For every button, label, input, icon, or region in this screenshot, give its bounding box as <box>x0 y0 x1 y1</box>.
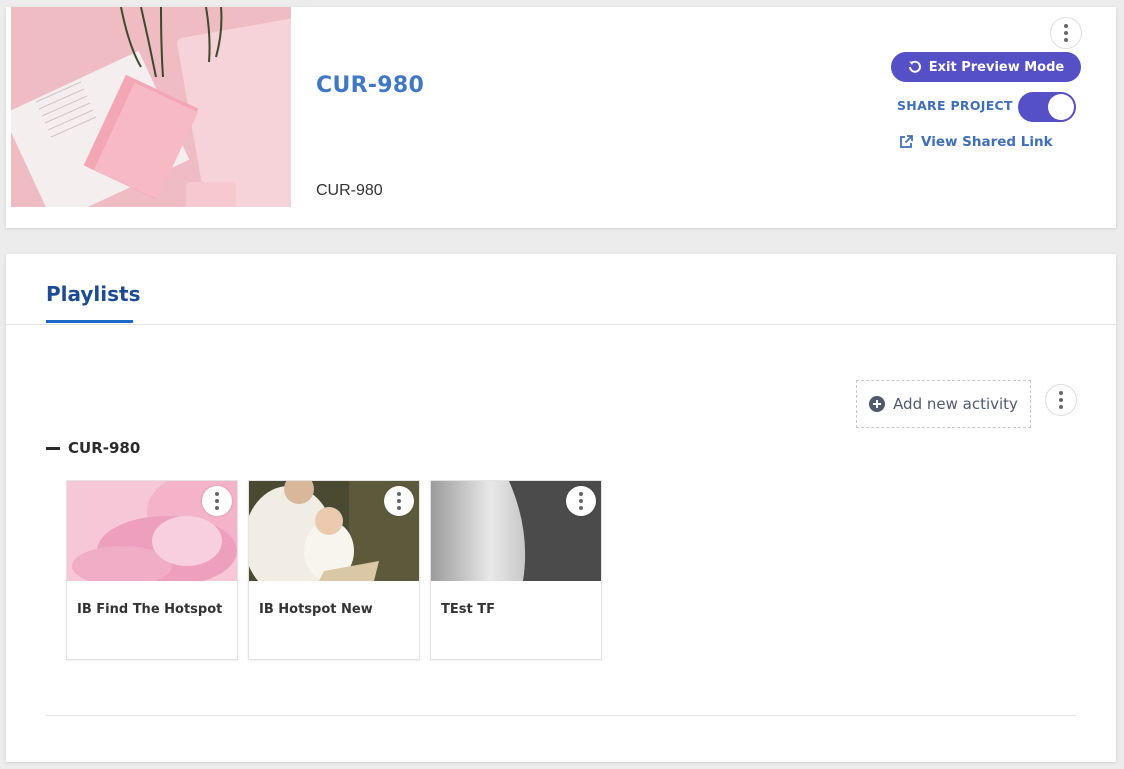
project-options-button[interactable] <box>1050 17 1082 49</box>
playlist-header[interactable]: CUR-980 <box>46 439 140 457</box>
kebab-dot-icon <box>1064 24 1068 28</box>
share-project-label: SHARE PROJECT <box>897 98 1013 113</box>
activity-title: TEst TF <box>441 602 495 617</box>
kebab-dot-icon <box>1064 31 1068 35</box>
activity-title: IB Hotspot New <box>259 602 373 617</box>
activity-card[interactable]: TEst TF <box>430 480 602 660</box>
kebab-dot-icon <box>397 492 401 496</box>
kebab-dot-icon <box>1064 38 1068 42</box>
project-description: CUR-980 <box>316 182 383 199</box>
active-tab-indicator <box>46 320 133 323</box>
add-new-activity-label: Add new activity <box>893 395 1018 413</box>
tab-divider <box>6 324 1116 325</box>
kebab-dot-icon <box>1059 398 1063 402</box>
kebab-dot-icon <box>579 492 583 496</box>
playlist-options-button[interactable] <box>1045 384 1077 416</box>
kebab-dot-icon <box>1059 405 1063 409</box>
activity-card[interactable]: IB Find The Hotspot <box>66 480 238 660</box>
project-title: CUR-980 <box>316 73 425 98</box>
kebab-dot-icon <box>1059 391 1063 395</box>
kebab-dot-icon <box>215 492 219 496</box>
exit-preview-mode-label: Exit Preview Mode <box>928 59 1065 75</box>
section-divider <box>46 715 1076 716</box>
kebab-dot-icon <box>579 506 583 510</box>
kebab-dot-icon <box>215 506 219 510</box>
playlist-title: CUR-980 <box>68 439 141 457</box>
exit-preview-mode-button[interactable]: Exit Preview Mode <box>891 52 1081 82</box>
toggle-knob <box>1048 94 1074 120</box>
view-shared-link-label: View Shared Link <box>921 134 1053 150</box>
plus-circle-icon <box>869 396 886 412</box>
share-project-toggle[interactable] <box>1018 92 1076 122</box>
activity-options-button[interactable] <box>566 486 596 516</box>
activity-options-button[interactable] <box>384 486 414 516</box>
project-header-card: CUR-980 CUR-980 Exit Preview Mode SHARE … <box>6 7 1116 228</box>
external-link-icon <box>900 135 913 148</box>
kebab-dot-icon <box>397 506 401 510</box>
add-new-activity-button[interactable]: Add new activity <box>856 380 1031 428</box>
activity-card[interactable]: IB Hotspot New <box>248 480 420 660</box>
kebab-dot-icon <box>215 499 219 503</box>
kebab-dot-icon <box>397 499 401 503</box>
activity-options-button[interactable] <box>202 486 232 516</box>
tab-playlists[interactable]: Playlists <box>46 282 141 306</box>
view-shared-link[interactable]: View Shared Link <box>899 134 1053 150</box>
activity-title: IB Find The Hotspot <box>77 602 223 617</box>
collapse-minus-icon[interactable] <box>46 446 60 450</box>
playlists-card: Playlists Add new activity CUR-980 IB Fi… <box>6 254 1116 762</box>
project-thumbnail <box>11 7 291 207</box>
kebab-dot-icon <box>579 499 583 503</box>
undo-icon <box>908 60 921 73</box>
